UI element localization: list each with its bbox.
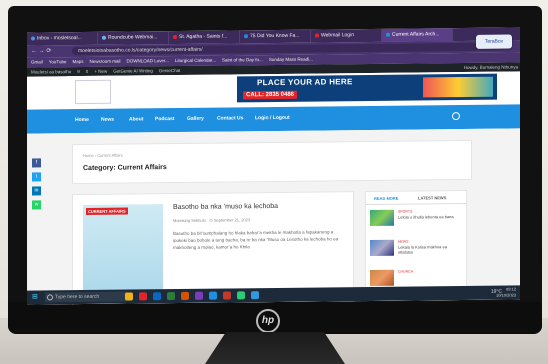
tab-read-more[interactable]: READ MORE bbox=[374, 196, 398, 201]
linkedin-icon[interactable]: in bbox=[32, 186, 41, 196]
post-meta: Moletsing Sekhutu ◷ September 21, 2023 bbox=[173, 217, 251, 224]
search-icon bbox=[47, 294, 53, 301]
hp-logo: hp bbox=[256, 309, 280, 333]
tab-did-you-know[interactable]: 75 Did You Know Fa... bbox=[240, 29, 311, 44]
app-icon[interactable] bbox=[251, 291, 259, 300]
header-ad[interactable]: PLACE YOUR AD HERE CALL: 2835 0486 bbox=[237, 73, 497, 103]
taskbar-search[interactable]: Type here to search bbox=[45, 291, 127, 303]
windows-start-icon[interactable]: ⊞ bbox=[32, 293, 40, 301]
nav-login[interactable]: Login / Logout bbox=[255, 115, 290, 121]
ad-phone: CALL: 2835 0486 bbox=[243, 90, 298, 100]
wp-updates[interactable]: 9 bbox=[77, 67, 80, 76]
whatsapp-icon[interactable] bbox=[237, 291, 245, 300]
breadcrumb[interactable]: Home › Current Affairs bbox=[83, 153, 123, 158]
wp-comments[interactable]: 0 bbox=[86, 67, 89, 76]
tab-webmail[interactable]: Webmail Login bbox=[311, 28, 382, 43]
bookmark-newsroom[interactable]: Newsroom mail bbox=[89, 57, 120, 67]
sidebar-thumb[interactable] bbox=[370, 269, 394, 286]
sidebar-item[interactable]: SPORTS Lefola o ithulla lebenta ea bana bbox=[370, 209, 462, 230]
bookmark-gmail[interactable]: Gmail bbox=[31, 57, 43, 67]
post-title[interactable]: Basotho ba nka ‘muso ka lechoba bbox=[173, 203, 278, 211]
bookmark-download[interactable]: DOWNLOAD Lover... bbox=[126, 56, 169, 66]
app-icon[interactable] bbox=[167, 292, 175, 301]
file-explorer-icon[interactable] bbox=[125, 292, 133, 301]
search-icon[interactable] bbox=[452, 112, 460, 121]
tab-inbox[interactable]: Inbox - mosletsoal... bbox=[27, 31, 98, 46]
sidebar-category: NEWS bbox=[398, 239, 409, 244]
wp-new[interactable]: + New bbox=[94, 67, 107, 76]
nav-gallery[interactable]: Gallery bbox=[187, 116, 204, 122]
post-excerpt: Basotho ba bit’sumphalang ho hlaka bahar… bbox=[173, 229, 339, 251]
screen: Inbox - mosletsoal... Roundcube Webmai..… bbox=[27, 27, 520, 305]
wp-site-link[interactable]: Moeletsi oa basotho bbox=[31, 67, 71, 76]
monitor-stand bbox=[205, 332, 345, 364]
mail-icon bbox=[102, 35, 106, 40]
clock-date: 10/10/2023 bbox=[495, 292, 516, 298]
twitter-icon[interactable]: t bbox=[32, 172, 41, 182]
ad-headline: PLACE YOUR AD HERE bbox=[257, 77, 353, 88]
site-header: PLACE YOUR AD HERE CALL: 2835 0486 bbox=[67, 71, 517, 109]
sidebar-title[interactable]: Lefola o ithulla lebenta ea bana bbox=[398, 214, 460, 220]
sidebar-tabs: READ MORE LATEST NEWS bbox=[366, 190, 466, 206]
wp-getgenie[interactable]: GetGenie AI Writing bbox=[113, 66, 153, 75]
site-icon bbox=[315, 33, 319, 38]
nav-podcast[interactable]: Podcast bbox=[155, 116, 174, 122]
whatsapp-icon[interactable]: w bbox=[32, 200, 41, 210]
site-icon bbox=[386, 32, 390, 37]
app-icon[interactable] bbox=[195, 291, 203, 300]
category-badge[interactable]: CURRENT AFFAIRS bbox=[86, 207, 128, 215]
ad-image bbox=[423, 76, 493, 98]
site-logo[interactable] bbox=[75, 79, 111, 105]
clock[interactable]: 09:12 10/10/2023 bbox=[496, 286, 516, 298]
app-icon[interactable] bbox=[209, 291, 217, 300]
bookmark-mass[interactable]: Sunday Mass Readi... bbox=[269, 55, 313, 65]
tab-latest-news[interactable]: LATEST NEWS bbox=[418, 195, 446, 200]
tab-current-affairs[interactable]: Current Affairs Arch... bbox=[382, 28, 453, 42]
chrome-icon[interactable] bbox=[139, 292, 147, 301]
sidebar-thumb[interactable] bbox=[370, 209, 394, 226]
sidebar-title[interactable]: Lekala la Kolisa makhoa ea ntlafatso bbox=[398, 244, 460, 255]
bookmark-maps[interactable]: Maps bbox=[72, 57, 83, 67]
tab-st-agatha[interactable]: St. Agatha - Saints f... bbox=[169, 30, 240, 45]
terabox-button[interactable]: TeraBox bbox=[476, 34, 512, 49]
sidebar-category: CHURCH bbox=[398, 269, 414, 274]
facebook-icon[interactable]: f bbox=[32, 158, 41, 168]
tab-roundcube[interactable]: Roundcube Webmai... bbox=[98, 31, 169, 45]
post-date: September 21, 2023 bbox=[213, 217, 251, 223]
bookmark-saint[interactable]: Saint of the Day fo... bbox=[222, 55, 263, 65]
site-icon bbox=[244, 33, 248, 38]
sidebar-thumb[interactable] bbox=[370, 239, 394, 256]
nav-contact[interactable]: Contact Us bbox=[217, 115, 243, 121]
site-icon bbox=[173, 34, 177, 39]
mail-icon bbox=[31, 36, 35, 41]
nav-home[interactable]: Home bbox=[75, 117, 89, 123]
sidebar-category: SPORTS bbox=[398, 209, 413, 214]
edge-icon[interactable] bbox=[153, 292, 161, 301]
page-title: Category: Current Affairs bbox=[83, 164, 167, 172]
bookmark-liturgical[interactable]: Liturgical Calendar... bbox=[175, 56, 216, 66]
bookmark-youtube[interactable]: YouTube bbox=[49, 57, 67, 67]
post-author[interactable]: Moletsing Sekhutu bbox=[173, 218, 206, 223]
app-icon[interactable] bbox=[223, 291, 231, 300]
sidebar-item[interactable]: NEWS Lekala la Kolisa makhoa ea ntlafats… bbox=[370, 239, 462, 260]
app-icon[interactable] bbox=[181, 291, 189, 300]
nav-about[interactable]: About bbox=[129, 116, 143, 122]
category-header: Home › Current Affairs Category: Current… bbox=[72, 139, 472, 185]
nav-buttons[interactable]: ← → ⟳ bbox=[31, 47, 51, 54]
wp-geniechat[interactable]: GenieChat bbox=[159, 66, 181, 75]
nav-news[interactable]: News bbox=[101, 117, 114, 123]
